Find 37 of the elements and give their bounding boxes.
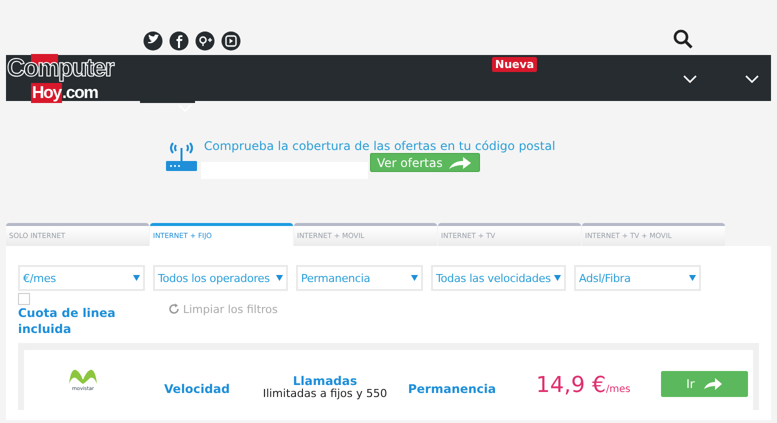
google-plus-icon[interactable] bbox=[195, 31, 215, 51]
refresh-icon[interactable] bbox=[168, 303, 180, 315]
filter-dropdown[interactable]: Todos los operadores bbox=[153, 265, 288, 291]
logo-text[interactable]: Hoy bbox=[31, 82, 62, 102]
arrow-right-icon bbox=[702, 377, 723, 391]
facebook-icon[interactable] bbox=[169, 31, 189, 51]
chevron-down-icon[interactable] bbox=[744, 73, 760, 85]
arrow-right-icon bbox=[447, 154, 473, 170]
caret-down-icon bbox=[411, 275, 418, 281]
calls-detail: Ilimitadas a fijos y 550 bbox=[262, 388, 388, 400]
filter-dropdown[interactable]: Adsl/Fibra bbox=[574, 265, 701, 291]
logo-text[interactable]: Computer bbox=[7, 54, 114, 82]
line-fee-label: Cuota de linea incluida bbox=[18, 305, 117, 337]
filter-dropdown[interactable]: Permanencia bbox=[296, 265, 423, 291]
chevron-down-icon bbox=[177, 103, 193, 113]
go-button[interactable]: Ir bbox=[661, 371, 748, 397]
new-badge: Nueva bbox=[492, 57, 538, 72]
caret-down-icon bbox=[276, 275, 283, 281]
search-icon[interactable] bbox=[673, 29, 693, 49]
logo-text[interactable]: .com bbox=[62, 82, 98, 102]
video-icon[interactable] bbox=[221, 31, 241, 51]
chevron-down-icon[interactable] bbox=[682, 73, 698, 85]
calls-label: Llamadas bbox=[292, 374, 358, 388]
caret-down-icon bbox=[554, 275, 561, 281]
filter-dropdown[interactable]: Todas las velocidades bbox=[431, 265, 566, 291]
line-fee-checkbox[interactable] bbox=[18, 293, 30, 305]
commitment-label: Permanencia bbox=[406, 382, 497, 396]
price-unit: /mes bbox=[606, 384, 630, 395]
speed-label: Velocidad bbox=[163, 382, 231, 396]
bird-icon[interactable] bbox=[143, 31, 163, 51]
caret-down-icon bbox=[689, 275, 696, 281]
view-offers-button[interactable]: Ver ofertas bbox=[370, 153, 480, 172]
clear-filters-link[interactable]: Limpiar los filtros bbox=[183, 302, 278, 316]
caret-down-icon bbox=[133, 275, 140, 281]
filter-dropdown[interactable]: €/mes bbox=[18, 265, 145, 291]
coverage-prompt: Comprueba la cobertura de las ofertas en tu código postal bbox=[204, 139, 556, 153]
price: 14,9 € bbox=[536, 373, 606, 398]
